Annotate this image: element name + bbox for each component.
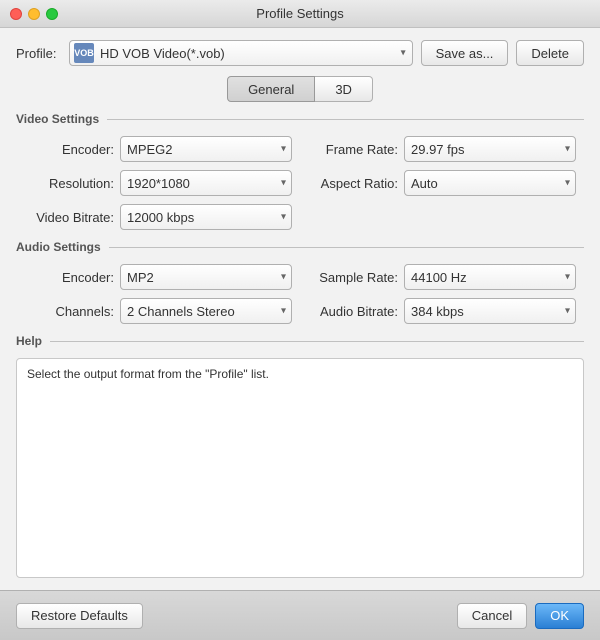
profile-icon: VOB: [74, 43, 94, 63]
channels-select[interactable]: 2 Channels Stereo 1 Channel Mono 5.1 Cha…: [120, 298, 292, 324]
help-header: Help: [16, 334, 584, 348]
resolution-select[interactable]: 1920*1080 1280*720 720*480 640*360: [120, 170, 292, 196]
sample-rate-row: Sample Rate: 44100 Hz 48000 Hz 22050 Hz: [308, 264, 576, 290]
profile-select-container: VOB HD VOB Video(*.vob) HD MP4 Video DVD…: [69, 40, 413, 66]
maximize-button[interactable]: [46, 8, 58, 20]
audio-encoder-label: Encoder:: [24, 270, 114, 285]
video-settings-header: Video Settings: [16, 112, 584, 126]
audio-bitrate-select-wrapper: 384 kbps 320 kbps 256 kbps 192 kbps 128 …: [404, 298, 576, 324]
video-bitrate-label: Video Bitrate:: [24, 210, 114, 225]
frame-rate-select[interactable]: 29.97 fps 25 fps 24 fps 30 fps 60 fps: [404, 136, 576, 162]
sample-rate-select-wrapper: 44100 Hz 48000 Hz 22050 Hz: [404, 264, 576, 290]
channels-row: Channels: 2 Channels Stereo 1 Channel Mo…: [24, 298, 292, 324]
bottom-bar: Restore Defaults Cancel OK: [0, 590, 600, 640]
frame-rate-select-wrapper: 29.97 fps 25 fps 24 fps 30 fps 60 fps: [404, 136, 576, 162]
encoder-select[interactable]: MPEG2 H.264 H.265 MPEG4: [120, 136, 292, 162]
help-text: Select the output format from the "Profi…: [27, 367, 573, 381]
help-line: [50, 341, 584, 342]
delete-button[interactable]: Delete: [516, 40, 584, 66]
sample-rate-label: Sample Rate:: [308, 270, 398, 285]
frame-rate-label: Frame Rate:: [308, 142, 398, 157]
resolution-label: Resolution:: [24, 176, 114, 191]
sample-rate-select[interactable]: 44100 Hz 48000 Hz 22050 Hz: [404, 264, 576, 290]
audio-fields-grid: Encoder: MP2 MP3 AAC AC3 Sample Rate: 44…: [16, 264, 584, 324]
audio-settings-header: Audio Settings: [16, 240, 584, 254]
profile-row: Profile: VOB HD VOB Video(*.vob) HD MP4 …: [16, 40, 584, 66]
video-bitrate-row: Video Bitrate: 12000 kbps 8000 kbps 6000…: [24, 204, 292, 230]
resolution-row: Resolution: 1920*1080 1280*720 720*480 6…: [24, 170, 292, 196]
close-button[interactable]: [10, 8, 22, 20]
video-fields-grid: Encoder: MPEG2 H.264 H.265 MPEG4 Frame R…: [16, 136, 584, 230]
audio-encoder-select[interactable]: MP2 MP3 AAC AC3: [120, 264, 292, 290]
ok-button[interactable]: OK: [535, 603, 584, 629]
restore-defaults-button[interactable]: Restore Defaults: [16, 603, 143, 629]
bottom-right-buttons: Cancel OK: [457, 603, 584, 629]
main-content: Profile: VOB HD VOB Video(*.vob) HD MP4 …: [0, 28, 600, 590]
save-as-button[interactable]: Save as...: [421, 40, 509, 66]
audio-settings-line: [109, 247, 584, 248]
resolution-select-wrapper: 1920*1080 1280*720 720*480 640*360: [120, 170, 292, 196]
audio-settings-section: Audio Settings Encoder: MP2 MP3 AAC AC3 …: [16, 240, 584, 324]
minimize-button[interactable]: [28, 8, 40, 20]
tab-general[interactable]: General: [227, 76, 315, 102]
audio-bitrate-label: Audio Bitrate:: [308, 304, 398, 319]
encoder-row: Encoder: MPEG2 H.264 H.265 MPEG4: [24, 136, 292, 162]
help-content: Select the output format from the "Profi…: [16, 358, 584, 578]
tab-3d[interactable]: 3D: [315, 76, 373, 102]
audio-settings-title: Audio Settings: [16, 240, 101, 254]
audio-encoder-row: Encoder: MP2 MP3 AAC AC3: [24, 264, 292, 290]
video-bitrate-select-wrapper: 12000 kbps 8000 kbps 6000 kbps 4000 kbps…: [120, 204, 292, 230]
video-settings-line: [107, 119, 584, 120]
aspect-ratio-select[interactable]: Auto 16:9 4:3 1:1: [404, 170, 576, 196]
window-title: Profile Settings: [256, 6, 343, 21]
aspect-ratio-label: Aspect Ratio:: [308, 176, 398, 191]
aspect-ratio-row: Aspect Ratio: Auto 16:9 4:3 1:1: [308, 170, 576, 196]
title-bar: Profile Settings: [0, 0, 600, 28]
aspect-ratio-select-wrapper: Auto 16:9 4:3 1:1: [404, 170, 576, 196]
audio-bitrate-select[interactable]: 384 kbps 320 kbps 256 kbps 192 kbps 128 …: [404, 298, 576, 324]
profile-label: Profile:: [16, 46, 61, 61]
encoder-label: Encoder:: [24, 142, 114, 157]
frame-rate-row: Frame Rate: 29.97 fps 25 fps 24 fps 30 f…: [308, 136, 576, 162]
audio-bitrate-row: Audio Bitrate: 384 kbps 320 kbps 256 kbp…: [308, 298, 576, 324]
help-section: Help Select the output format from the "…: [16, 334, 584, 578]
cancel-button[interactable]: Cancel: [457, 603, 527, 629]
video-bitrate-select[interactable]: 12000 kbps 8000 kbps 6000 kbps 4000 kbps…: [120, 204, 292, 230]
profile-select[interactable]: HD VOB Video(*.vob) HD MP4 Video DVD Vid…: [98, 41, 408, 65]
help-title: Help: [16, 334, 42, 348]
tabs-row: General 3D: [16, 76, 584, 102]
traffic-lights: [10, 8, 58, 20]
channels-select-wrapper: 2 Channels Stereo 1 Channel Mono 5.1 Cha…: [120, 298, 292, 324]
encoder-select-wrapper: MPEG2 H.264 H.265 MPEG4: [120, 136, 292, 162]
video-settings-title: Video Settings: [16, 112, 99, 126]
audio-encoder-select-wrapper: MP2 MP3 AAC AC3: [120, 264, 292, 290]
channels-label: Channels:: [24, 304, 114, 319]
video-settings-section: Video Settings Encoder: MPEG2 H.264 H.26…: [16, 112, 584, 230]
